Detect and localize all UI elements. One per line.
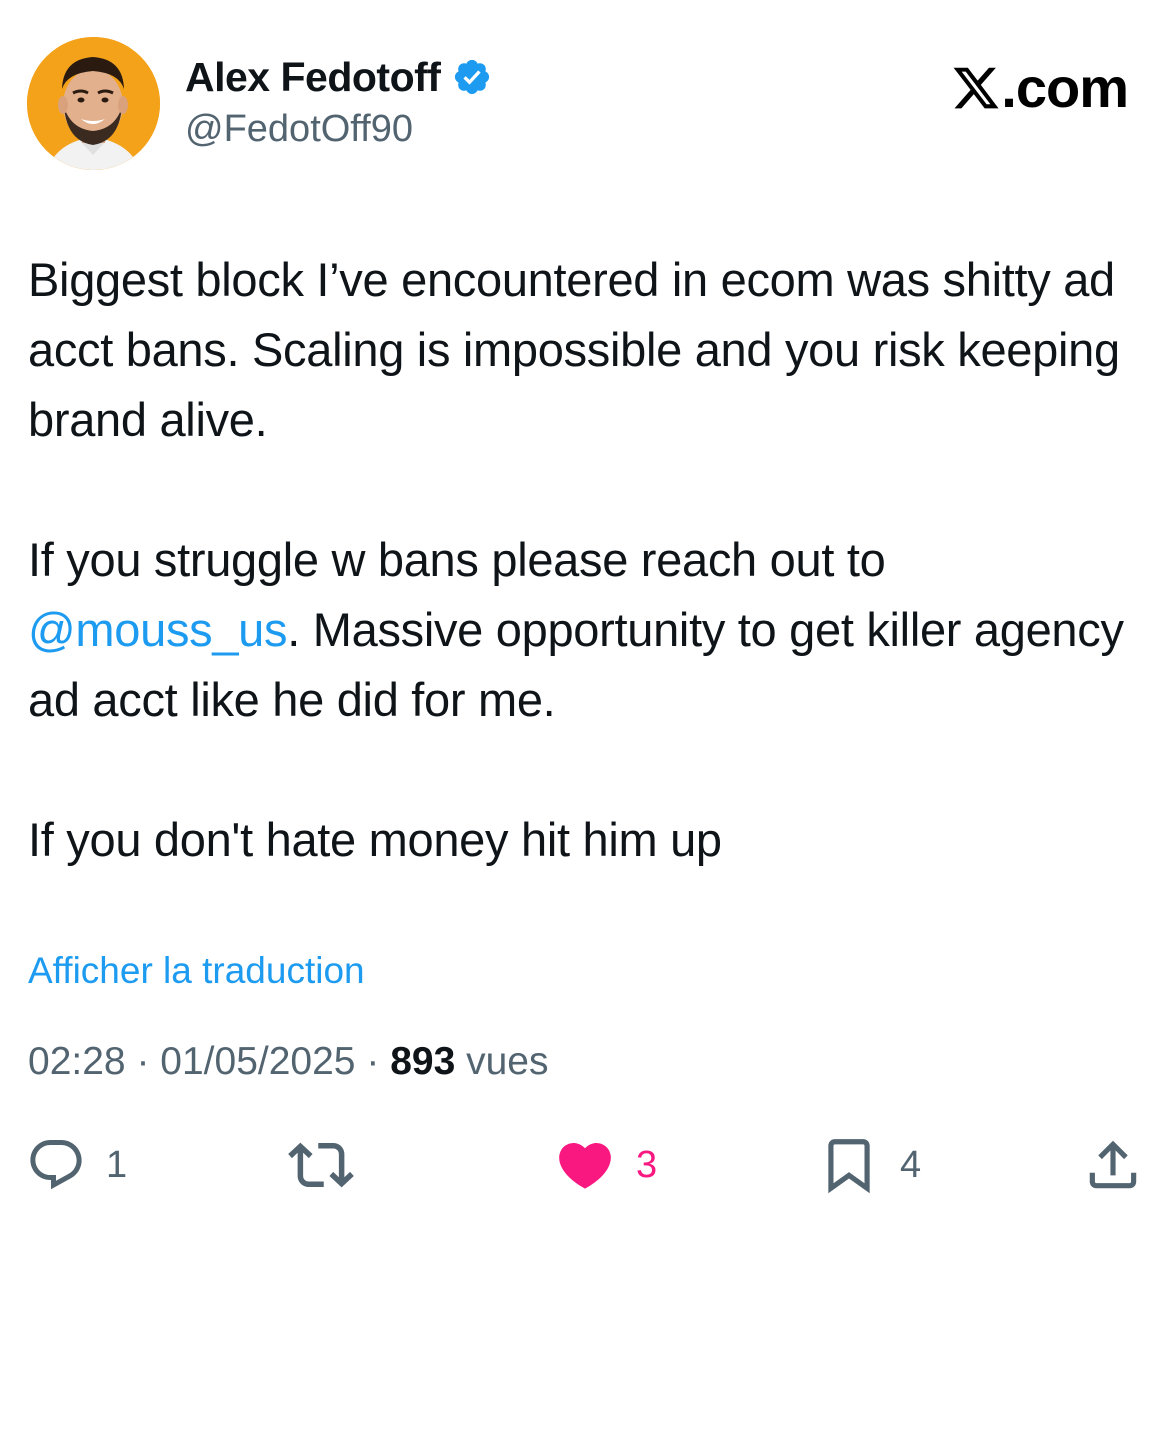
tweet-actions: 1 3 4 bbox=[0, 1130, 1152, 1200]
share-button[interactable] bbox=[1082, 1130, 1144, 1200]
tweet-paragraph: If you don't hate money hit him up bbox=[28, 813, 722, 866]
avatar[interactable] bbox=[27, 37, 160, 170]
reply-count: 1 bbox=[106, 1143, 128, 1186]
tweet-meta: 02:28 · 01/05/2025 · 893 vues bbox=[28, 1040, 549, 1084]
retweet-button[interactable] bbox=[288, 1130, 374, 1200]
bookmark-icon bbox=[818, 1134, 880, 1196]
reply-button[interactable]: 1 bbox=[26, 1130, 127, 1200]
x-logo-icon bbox=[951, 63, 1001, 113]
views-label: vues bbox=[466, 1040, 549, 1083]
like-count: 3 bbox=[636, 1143, 658, 1186]
meta-separator: · bbox=[366, 1040, 380, 1083]
author-display-name[interactable]: Alex Fedotoff bbox=[185, 54, 441, 101]
x-com-brand: .com bbox=[951, 56, 1129, 120]
translate-link[interactable]: Afficher la traduction bbox=[28, 950, 365, 992]
reply-icon bbox=[26, 1135, 86, 1195]
like-button[interactable]: 3 bbox=[554, 1130, 657, 1200]
tweet-text-segment: If you struggle w bans please reach out … bbox=[28, 533, 886, 586]
meta-separator: · bbox=[136, 1040, 150, 1083]
heart-icon bbox=[554, 1134, 616, 1196]
brand-domain-text: .com bbox=[1001, 56, 1129, 119]
tweet-paragraph: Biggest block I’ve encountered in ecom w… bbox=[28, 253, 1120, 446]
mention-link[interactable]: @mouss_us bbox=[28, 603, 288, 656]
share-icon bbox=[1082, 1134, 1144, 1196]
verified-badge-icon bbox=[452, 57, 492, 97]
retweet-icon bbox=[288, 1132, 354, 1198]
tweet-text: Biggest block I’ve encountered in ecom w… bbox=[28, 245, 1148, 875]
author-name-row[interactable]: Alex Fedotoff bbox=[185, 52, 492, 102]
bookmark-count: 4 bbox=[900, 1143, 922, 1186]
bookmark-button[interactable]: 4 bbox=[818, 1130, 921, 1200]
tweet-date[interactable]: 01/05/2025 bbox=[160, 1040, 355, 1083]
tweet-time[interactable]: 02:28 bbox=[28, 1040, 126, 1083]
tweet-paragraph: If you struggle w bans please reach out … bbox=[28, 525, 1148, 735]
profile-photo bbox=[27, 37, 160, 170]
author-handle[interactable]: @FedotOff90 bbox=[185, 108, 413, 151]
views-count: 893 bbox=[390, 1040, 456, 1083]
